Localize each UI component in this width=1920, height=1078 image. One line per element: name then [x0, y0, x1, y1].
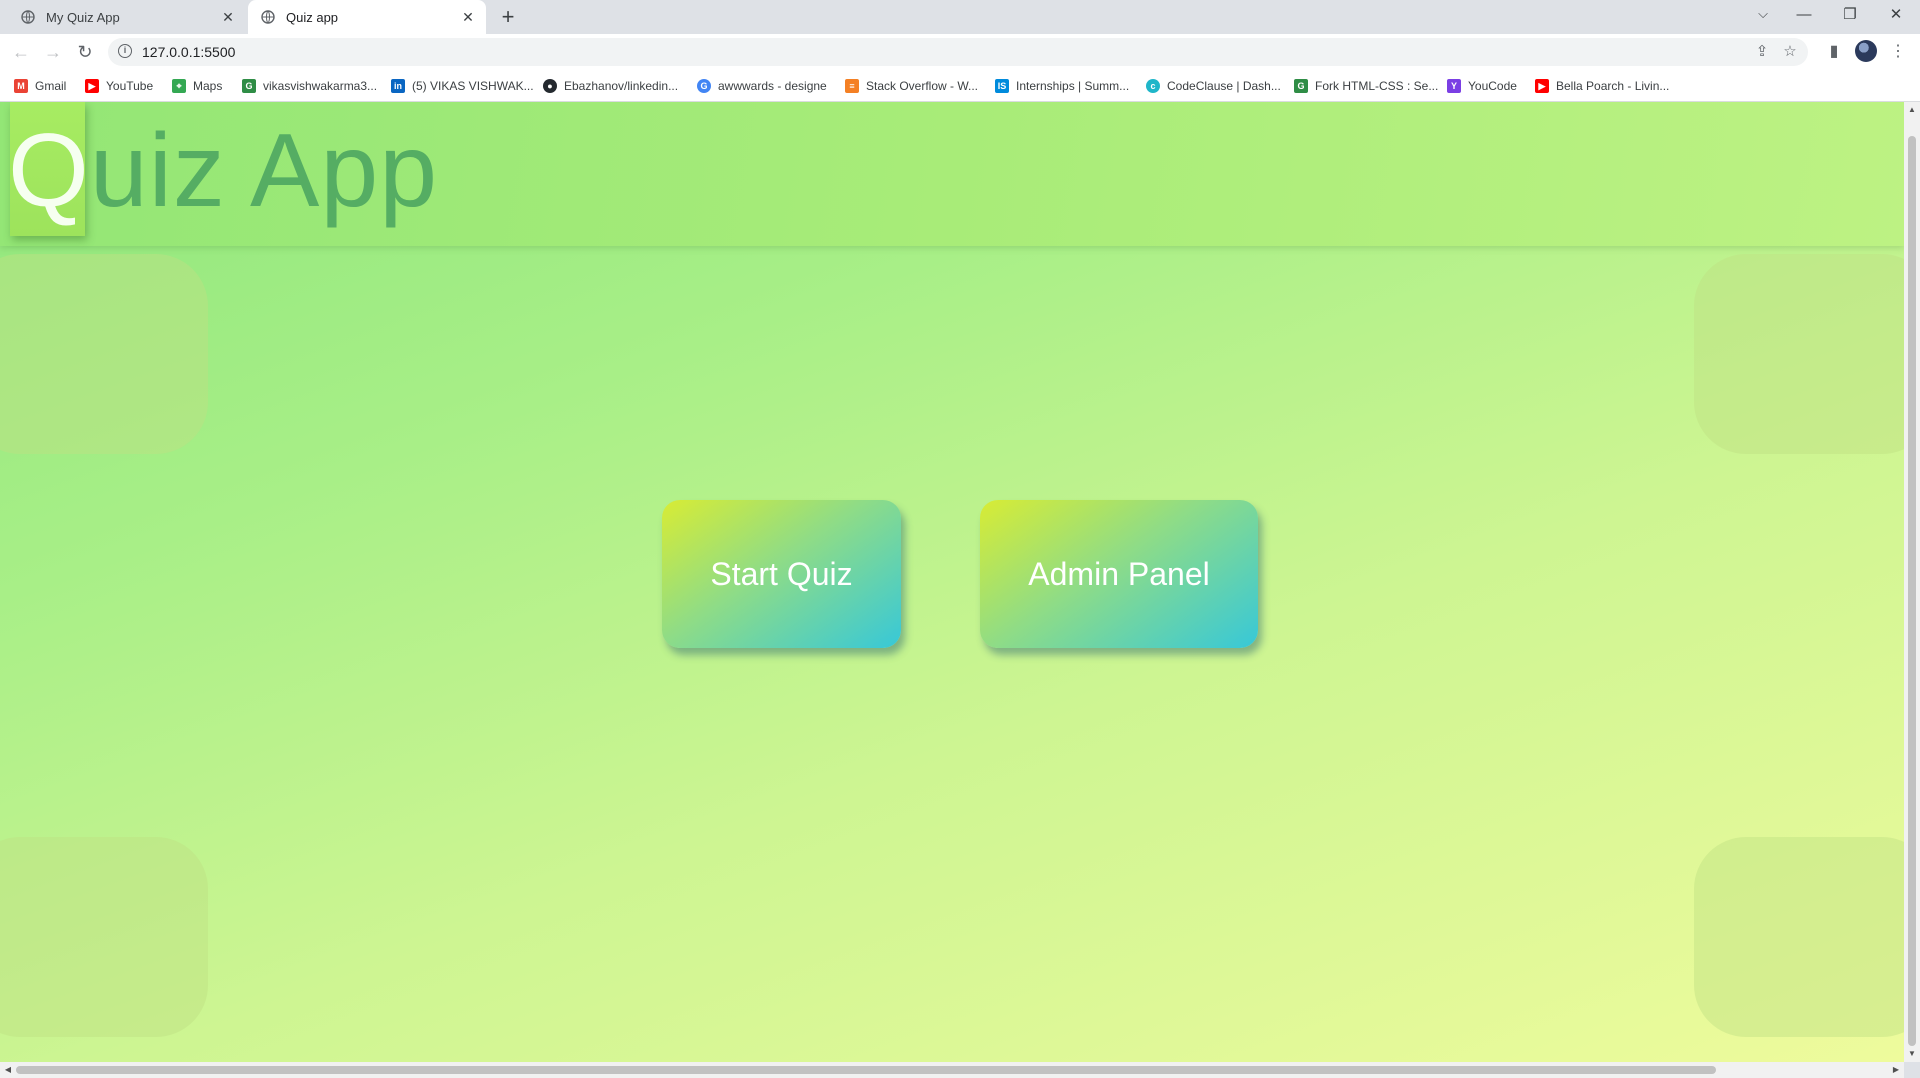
scroll-down-arrow-icon[interactable]: ▼ [1904, 1046, 1920, 1062]
menu-kebab-icon[interactable]: ⋮ [1884, 38, 1912, 66]
app-title-rest: uiz App [89, 113, 439, 229]
scroll-left-arrow-icon[interactable]: ◀ [0, 1062, 16, 1078]
site-info-icon[interactable]: i [118, 44, 132, 58]
maps-icon: ⌖ [172, 79, 186, 93]
bookmarks-bar: M Gmail ▶ YouTube ⌖ Maps Gvikasvishwakarma3… [0, 70, 1920, 102]
linkedin-icon: in [391, 79, 405, 93]
bookmark-label: vikasvishwakarma3... [263, 79, 378, 93]
side-panel-icon[interactable]: ▮ [1820, 38, 1848, 66]
decorative-blob [0, 254, 208, 454]
bookmark-label: (5) VIKAS VISHWAK... [412, 79, 534, 93]
youtube-icon: ▶ [1535, 79, 1549, 93]
google-icon: G [697, 79, 711, 93]
tab-title: Quiz app [286, 9, 339, 25]
globe-icon [20, 9, 36, 25]
decorative-blob [1694, 254, 1904, 454]
bookmark-label: Maps [193, 79, 223, 93]
minimize-icon[interactable]: — [1781, 0, 1827, 30]
url-text: 127.0.0.1:5500 [142, 44, 236, 60]
youcode-icon: Y [1447, 79, 1461, 93]
bookmark-bella-poarch[interactable]: ▶ Bella Poarch - Livin... [1535, 78, 1669, 94]
page-viewport: Quiz App Start Quiz Admin Panel [0, 102, 1904, 1062]
bookmark-awwwards[interactable]: Gawwwards - designe [697, 78, 827, 94]
bookmark-label: YouCode [1468, 79, 1517, 93]
youtube-icon: ▶ [85, 79, 99, 93]
decorative-blob [0, 837, 208, 1037]
tab-strip: My Quiz App ✕ Quiz app ✕ + ⌵ — ❐ ✕ [0, 0, 1920, 34]
codeclause-icon: c [1146, 79, 1160, 93]
bookmark-youtube[interactable]: ▶ YouTube [85, 78, 153, 94]
bookmark-stackoverflow[interactable]: ≡ Stack Overflow - W... [845, 78, 978, 94]
bookmark-youcode[interactable]: Y YouCode [1447, 78, 1517, 94]
bookmark-label: Internships | Summ... [1016, 79, 1130, 93]
bookmark-label: YouTube [106, 79, 154, 93]
bookmark-star-icon[interactable]: ☆ [1780, 42, 1800, 62]
horizontal-scroll-thumb[interactable] [16, 1066, 1716, 1074]
bookmark-gmail[interactable]: M Gmail [14, 78, 66, 94]
globe-icon [260, 9, 276, 25]
gfg-icon: G [242, 79, 256, 93]
share-icon[interactable]: ⇪ [1752, 42, 1772, 62]
new-tab-button[interactable]: + [496, 6, 520, 29]
window-close-icon[interactable]: ✕ [1873, 0, 1919, 30]
forward-arrow-icon[interactable]: → [39, 38, 67, 66]
address-bar[interactable]: i 127.0.0.1:5500 ⇪ ☆ [108, 38, 1808, 66]
bookmark-label: Bella Poarch - Livin... [1556, 79, 1670, 93]
bookmark-gfg-profile[interactable]: Gvikasvishwakarma3... [242, 78, 377, 94]
reload-icon[interactable]: ↻ [71, 38, 99, 66]
bookmark-label: Stack Overflow - W... [866, 79, 979, 93]
gmail-icon: M [14, 79, 28, 93]
scroll-up-arrow-icon[interactable]: ▲ [1904, 102, 1920, 118]
bookmark-codeclause[interactable]: c CodeClause | Dash... [1146, 78, 1281, 94]
close-tab-icon[interactable]: ✕ [220, 9, 236, 25]
bookmark-label: CodeClause | Dash... [1167, 79, 1281, 93]
bookmark-github[interactable]: ● Ebazhanov/linkedin... [543, 78, 678, 94]
horizontal-scrollbar[interactable]: ◀ ▶ [0, 1062, 1904, 1078]
app-header: Quiz App [0, 102, 1904, 246]
gfg-icon: G [1294, 79, 1308, 93]
bookmark-label: Ebazhanov/linkedin... [564, 79, 679, 93]
bookmark-gfg-fork[interactable]: G Fork HTML-CSS : Se... [1294, 78, 1438, 94]
profile-avatar[interactable] [1855, 40, 1877, 62]
app-title: Quiz App [8, 116, 438, 226]
browser-toolbar: ← → ↻ i 127.0.0.1:5500 ⇪ ☆ ▮ ⋮ [0, 34, 1920, 70]
tab-search-chevron-icon[interactable]: ⌵ [1748, 0, 1778, 30]
bookmark-maps[interactable]: ⌖ Maps [172, 78, 222, 94]
internshala-icon: IS [995, 79, 1009, 93]
app-title-first-letter: Q [8, 113, 90, 229]
restore-icon[interactable]: ❐ [1827, 0, 1873, 30]
scroll-right-arrow-icon[interactable]: ▶ [1888, 1062, 1904, 1078]
github-icon: ● [543, 79, 557, 93]
bookmark-internshala[interactable]: IS Internships | Summ... [995, 78, 1129, 94]
close-tab-icon[interactable]: ✕ [460, 9, 476, 25]
vertical-scroll-thumb[interactable] [1908, 136, 1916, 1046]
start-quiz-button[interactable]: Start Quiz [662, 500, 901, 648]
vertical-scrollbar[interactable]: ▲ ▼ [1904, 102, 1920, 1062]
bookmark-linkedin[interactable]: in (5) VIKAS VISHWAK... [391, 78, 534, 94]
decorative-blob [1694, 837, 1904, 1037]
admin-panel-button[interactable]: Admin Panel [980, 500, 1258, 648]
back-arrow-icon[interactable]: ← [7, 38, 35, 66]
tab-title: My Quiz App [46, 9, 120, 25]
tab-my-quiz-app[interactable]: My Quiz App ✕ [8, 0, 246, 34]
bookmark-label: awwwards - designe [718, 79, 827, 93]
bookmark-label: Gmail [35, 79, 67, 93]
tab-quiz-app[interactable]: Quiz app ✕ [248, 0, 486, 34]
stackoverflow-icon: ≡ [845, 79, 859, 93]
bookmark-label: Fork HTML-CSS : Se... [1315, 79, 1439, 93]
